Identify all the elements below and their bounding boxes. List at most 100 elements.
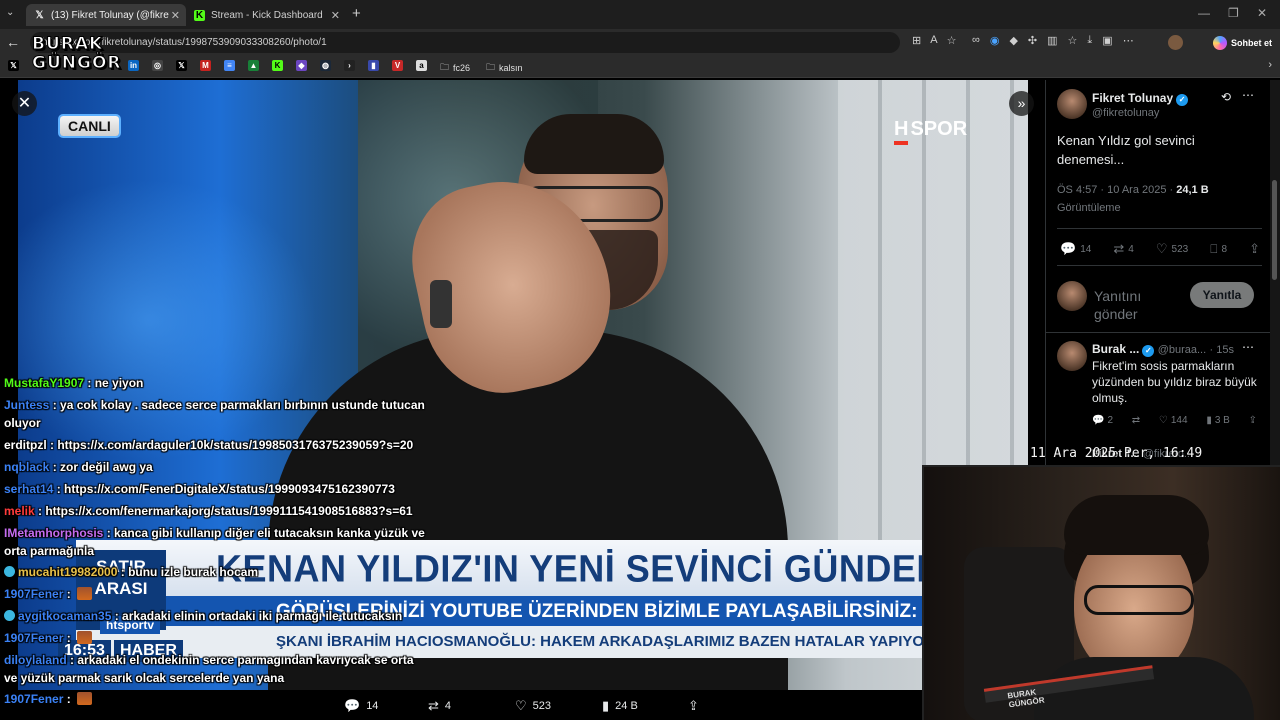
bookmark-v[interactable]: V xyxy=(392,60,407,71)
avatar[interactable] xyxy=(1057,89,1087,119)
back-arrow-icon[interactable]: ← xyxy=(6,34,20,50)
tab-close-icon[interactable]: ✕ xyxy=(331,9,340,22)
address-bar[interactable]: https://x.com/fikretolunay/status/199875… xyxy=(30,32,900,53)
tab-kick-dashboard[interactable]: K Stream - Kick Dashboard ✕ xyxy=(186,4,346,26)
restore-icon[interactable]: ❐ xyxy=(1228,6,1239,20)
tab-close-icon[interactable]: ✕ xyxy=(171,9,180,22)
share-button[interactable]: ⇪ xyxy=(1249,241,1260,257)
photo-retweet-button[interactable]: ⇄ 4 xyxy=(428,697,451,715)
screenshot-icon[interactable]: ▣ xyxy=(1102,34,1112,47)
bookmark-folder-fc26[interactable]: 🗀 fc26 xyxy=(440,60,470,76)
bookmark-gmail[interactable]: M xyxy=(200,60,215,71)
divider xyxy=(1057,228,1262,229)
stream-clock-overlay: 11 Ara 2025 Per, 16:49 xyxy=(1030,446,1203,461)
copilot-button[interactable]: Sohbet et xyxy=(1213,33,1272,52)
reply-text: Fikret'im sosis parmakların yüzünden bu … xyxy=(1092,359,1257,405)
more-options-icon[interactable]: ⋯ xyxy=(1242,340,1254,354)
linkedin-icon: in xyxy=(128,60,139,71)
tab-x-post[interactable]: 𝕏 (13) Fikret Tolunay (@fikretolunay) ✕ xyxy=(26,4,186,26)
photo-reply-button[interactable]: 💬 14 xyxy=(344,697,378,715)
extension-wave-icon[interactable]: ◉ xyxy=(990,34,1000,47)
chat-username: MustafaY1907 xyxy=(4,376,85,390)
retweet-button[interactable]: ⇄ xyxy=(1132,415,1140,426)
expand-panel-icon[interactable]: » xyxy=(1009,91,1034,116)
tweet-timestamp[interactable]: ÖS 4:57 · 10 Ara 2025 · xyxy=(1057,184,1173,196)
minimize-icon[interactable]: — xyxy=(1198,6,1210,20)
retweet-button[interactable]: ⇄ 4 xyxy=(1113,241,1133,257)
views-count: 24 B xyxy=(615,700,638,712)
reply-icon: 💬 xyxy=(344,698,361,713)
bookmark-shield[interactable]: ▮ xyxy=(368,60,383,71)
like-button[interactable]: ♡ 523 xyxy=(1156,241,1188,257)
chat-username: 1907Fener xyxy=(4,587,64,601)
heart-icon: ♡ xyxy=(515,698,527,713)
like-count: 523 xyxy=(532,700,552,712)
extension-shield-icon[interactable]: ◆ xyxy=(1009,34,1017,47)
reply-button[interactable]: 💬 2 xyxy=(1092,415,1113,426)
grok-icon[interactable]: ⟲ xyxy=(1221,90,1231,104)
new-tab-icon[interactable]: + xyxy=(352,5,361,22)
bookmark-linkedin[interactable]: in xyxy=(128,60,143,71)
reply-submit-button[interactable]: Yanıtla xyxy=(1190,282,1254,308)
bookmark-a[interactable]: a xyxy=(416,60,431,71)
reply-count: 14 xyxy=(1080,243,1092,255)
tab-list-dropdown-icon[interactable]: ⌄ xyxy=(6,7,14,18)
bookmark-x2[interactable]: 𝕏 xyxy=(176,60,191,71)
bookmark-kick[interactable]: K xyxy=(272,60,287,71)
favorites-icon[interactable]: ☆ xyxy=(1068,34,1078,47)
streamer-hair-top xyxy=(1064,495,1209,555)
tweet-author-name[interactable]: Fikret Tolunay ✓ xyxy=(1092,91,1189,106)
extension-glasses-icon[interactable]: ∞ xyxy=(972,34,980,47)
split-screen-icon[interactable]: ▥ xyxy=(1047,34,1057,47)
bookmark-drive[interactable]: ▲ xyxy=(248,60,263,71)
chat-username: nqblack xyxy=(4,460,50,474)
reply-author-handle: @buraa... xyxy=(1157,344,1207,356)
emote-icon xyxy=(77,631,93,644)
profile-avatar[interactable] xyxy=(1168,35,1183,50)
bookmark-prime[interactable]: › xyxy=(344,60,359,71)
chat-username: diloylaland xyxy=(4,653,67,667)
bookmark-icon: ⎕ xyxy=(1210,241,1218,256)
chat-message: nqblack : zor değil awg ya xyxy=(4,458,153,476)
bookmarks-more-icon[interactable]: › xyxy=(1268,59,1272,71)
reply-author[interactable]: Burak ... ✓ @buraa... · 15s xyxy=(1092,342,1234,357)
chat-text: : xyxy=(63,692,75,706)
settings-dots-icon[interactable]: ⋯ xyxy=(1123,34,1134,47)
retweet-icon: ⇄ xyxy=(428,698,439,713)
scrollbar-thumb[interactable] xyxy=(1272,180,1277,280)
bookmark-folder-kalsin[interactable]: 🗀 kalsın xyxy=(486,60,523,76)
bookmark-count: 8 xyxy=(1221,243,1228,255)
favorite-star-icon[interactable]: ☆ xyxy=(947,34,957,47)
window-close-icon[interactable]: ✕ xyxy=(1257,6,1267,20)
photo-like-button[interactable]: ♡ 523 xyxy=(515,697,551,715)
bookmark-x[interactable]: 𝕏 xyxy=(8,60,23,71)
bookmark-docs[interactable]: ≡ xyxy=(224,60,239,71)
tweet-meta: ÖS 4:57 · 10 Ara 2025 · 24,1 B Görüntüle… xyxy=(1057,181,1262,217)
extension-puzzle-icon[interactable]: ✣ xyxy=(1028,34,1037,47)
photo-views-button[interactable]: ▮ 24 B xyxy=(602,697,638,715)
streamer-watermark-logo: BURAK GÜNGÖR xyxy=(31,34,121,73)
reply-input[interactable]: Yanıtını gönder xyxy=(1094,287,1174,323)
bookmark-web[interactable]: ◎ xyxy=(152,60,167,71)
bookmark-purple[interactable]: ◆ xyxy=(296,60,311,71)
bookmarks-bar: 𝕏 in ◎ 𝕏 M ≡ ▲ K ◆ ◍ › ▮ V a 🗀 fc26 🗀 kals… xyxy=(0,56,1280,78)
tweet-photo[interactable]: CANLI H SPOR KENAN YILDIZ'IN YENİ SEVİNCİ… xyxy=(18,80,1028,690)
share-button[interactable]: ⇪ xyxy=(1249,415,1257,426)
bookmark-steam[interactable]: ◍ xyxy=(320,60,335,71)
tweet-author-handle[interactable]: @fikretolunay xyxy=(1092,107,1159,119)
downloads-icon[interactable]: ⤓ xyxy=(1087,34,1092,47)
reply-button[interactable]: 💬 14 xyxy=(1060,241,1091,257)
avatar[interactable] xyxy=(1057,341,1087,371)
close-photo-icon[interactable]: ✕ xyxy=(12,91,37,116)
chat-message: 1907Fener : xyxy=(4,629,95,647)
more-options-icon[interactable]: ⋯ xyxy=(1242,88,1254,102)
read-aloud-icon[interactable]: A xyxy=(930,34,937,47)
photo-share-button[interactable]: ⇪ xyxy=(688,697,705,715)
bookmark-button[interactable]: ⎕ 8 xyxy=(1210,242,1227,257)
like-button[interactable]: ♡ 144 xyxy=(1159,415,1188,426)
views-button[interactable]: ▮ 3 B xyxy=(1206,415,1230,426)
app-available-icon[interactable]: ⊞ xyxy=(912,34,921,47)
like-count: 144 xyxy=(1170,415,1188,426)
reply-author-name: Burak ... xyxy=(1092,342,1140,356)
chat-text: : ne yiyon xyxy=(84,376,144,390)
